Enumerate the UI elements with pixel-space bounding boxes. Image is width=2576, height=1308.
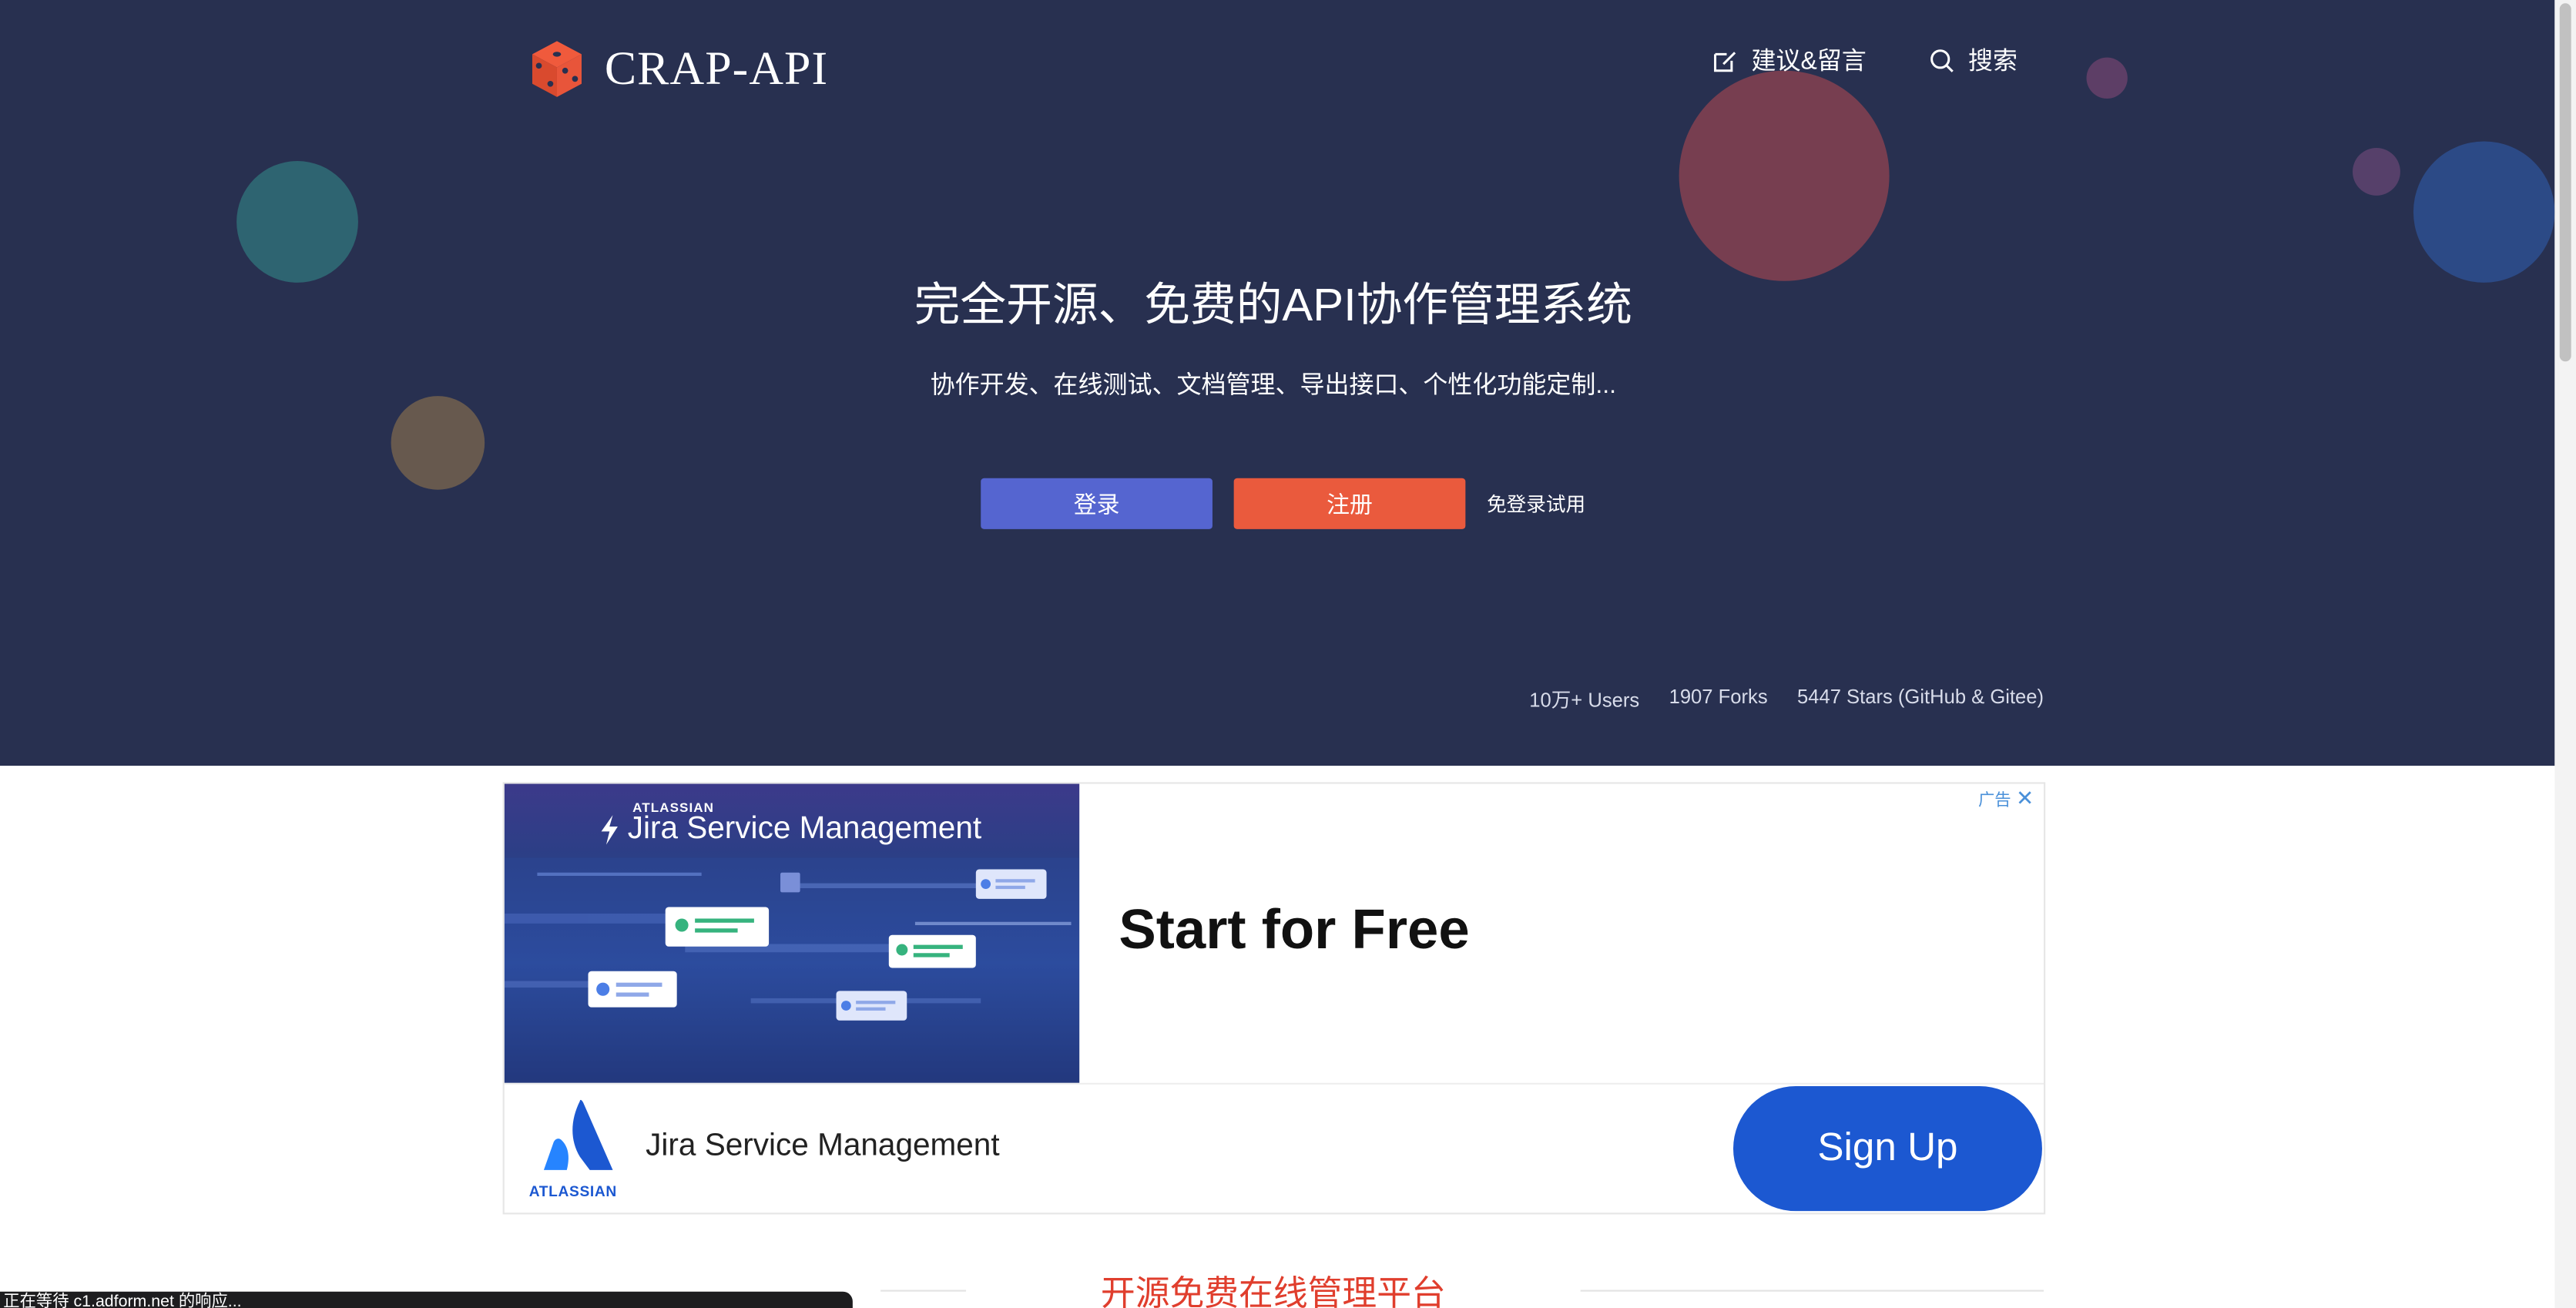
hero-subtitle: 协作开发、在线测试、文档管理、导出接口、个性化功能定制... (930, 371, 1617, 400)
ad-footer-name[interactable]: Jira Service Management (646, 1129, 999, 1165)
stat-forks: 1907 Forks (1669, 685, 1768, 709)
login-button[interactable]: 登录 (981, 478, 1213, 529)
ad-label: 广告 (1977, 792, 2011, 810)
page-scrollbar[interactable] (2554, 0, 2576, 1308)
logo-text: CRAP-API (604, 42, 829, 95)
browser-viewport: CRAP-API 建议&留言 搜索 完全开源、免费的API协作管理系统 协作开发… (0, 0, 2576, 1308)
ad-unit[interactable]: ATLASSIAN Jira Service Management 广告 ✕ S… (502, 782, 2046, 1215)
edit-icon (1714, 51, 1736, 72)
nav-search-label: 搜索 (1967, 47, 2018, 76)
ad-banner-image[interactable]: ATLASSIAN Jira Service Management (504, 783, 1080, 1083)
nav-feedback-label: 建议&留言 (1751, 47, 1867, 76)
stat-users: 10万+ Users (1529, 688, 1640, 712)
scrollbar-thumb[interactable] (2559, 3, 2571, 362)
ad-signup-button[interactable]: Sign Up (1732, 1086, 2042, 1212)
nav-feedback-link[interactable]: 建议&留言 (1712, 42, 1867, 77)
ad-footer[interactable]: ATLASSIAN Jira Service Management Sign U… (504, 1082, 2044, 1213)
decor-bubble (2353, 147, 2400, 196)
search-icon (1930, 49, 1954, 72)
stat-stars: 5447 Stars (GitHub & Gitee) (1797, 685, 2044, 709)
ad-choices[interactable]: 广告 ✕ (1978, 786, 2034, 810)
dice-logo-icon (532, 41, 582, 97)
trial-link[interactable]: 免登录试用 (1487, 490, 1585, 518)
nav-search-link[interactable]: 搜索 (1929, 42, 2018, 77)
hero-section: CRAP-API 建议&留言 搜索 完全开源、免费的API协作管理系统 协作开发… (0, 0, 2555, 766)
close-icon[interactable]: ✕ (2016, 786, 2034, 808)
decor-bubble (391, 396, 485, 490)
browser-status-bar: 正在等待 c1.adform.net 的响应... (0, 1291, 853, 1308)
stats-bar: 10万+ Users 1907 Forks 5447 Stars (GitHub… (1529, 686, 2044, 713)
ad-banner-illustration (504, 857, 1080, 1083)
decor-bubble (2413, 141, 2555, 283)
decor-bubble (2086, 57, 2128, 99)
atlassian-logo-icon (543, 1099, 613, 1170)
decor-bubble (236, 161, 358, 283)
ad-headline[interactable]: Start for Free (1119, 899, 1469, 963)
register-button[interactable]: 注册 (1233, 478, 1466, 529)
site-logo[interactable]: CRAP-API (529, 39, 828, 99)
hero-title: 完全开源、免费的API协作管理系统 (914, 279, 1632, 330)
decor-bubble (1679, 70, 1890, 281)
ad-footer-brand: ATLASSIAN (528, 1182, 617, 1200)
